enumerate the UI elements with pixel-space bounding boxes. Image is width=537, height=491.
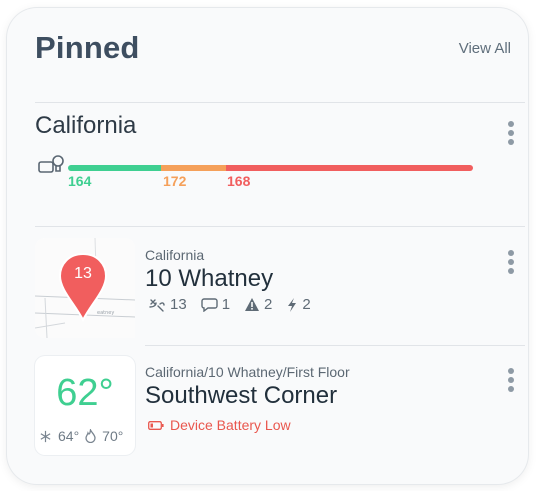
space-more-vertical-icon[interactable] (507, 368, 515, 392)
device-status-bar (68, 165, 473, 171)
comment-icon (200, 298, 218, 312)
building-more-vertical-icon[interactable] (507, 250, 515, 274)
map-street-label: eatney (97, 310, 114, 316)
warnings-count: 2 (264, 296, 273, 313)
power-stat: 2 (286, 296, 311, 313)
view-all-link[interactable]: View All (459, 40, 511, 57)
building-path: California (145, 247, 205, 263)
devices-stat: 13 (148, 296, 187, 313)
critical-count: 168 (227, 173, 251, 189)
comments-stat: 1 (200, 296, 231, 313)
heat-setpoint: 70° (102, 428, 124, 444)
divider (145, 345, 525, 346)
setpoints: 64° 70° (39, 428, 123, 444)
status-segment-warning (161, 165, 226, 171)
battery-alert: Device Battery Low (148, 417, 291, 433)
power-count: 2 (302, 296, 311, 313)
status-segment-critical (225, 165, 473, 171)
divider (35, 226, 525, 227)
building-stats: 13 1 2 2 (148, 296, 311, 313)
temperature-tile[interactable]: 62° 64° 70° (35, 356, 135, 455)
divider (35, 102, 525, 103)
group-more-vertical-icon[interactable] (507, 121, 515, 145)
flame-icon (85, 429, 96, 443)
warning-icon (245, 298, 260, 311)
cool-setpoint: 64° (58, 428, 80, 444)
building-name[interactable]: 10 Whatney (145, 265, 273, 293)
plug-icon (149, 298, 165, 312)
space-name[interactable]: Southwest Corner (145, 382, 337, 410)
bulb-icon (38, 155, 64, 173)
building-map-thumbnail[interactable]: eatney 13 (35, 238, 135, 338)
pin-number: 13 (74, 265, 92, 282)
current-temperature: 62° (56, 372, 114, 414)
warning-count: 172 (163, 173, 187, 189)
warnings-stat: 2 (244, 296, 272, 313)
status-segment-good (68, 165, 162, 171)
group-title: California (35, 112, 137, 139)
lightning-icon (288, 297, 297, 312)
devices-count: 13 (170, 296, 187, 313)
snowflake-icon (40, 430, 51, 442)
battery-icon (148, 420, 164, 430)
good-count: 164 (68, 173, 92, 189)
space-path: California/10 Whatney/First Floor (145, 364, 350, 380)
comments-count: 1 (221, 296, 231, 313)
page-title: Pinned (35, 30, 140, 65)
battery-alert-text: Device Battery Low (170, 417, 291, 433)
